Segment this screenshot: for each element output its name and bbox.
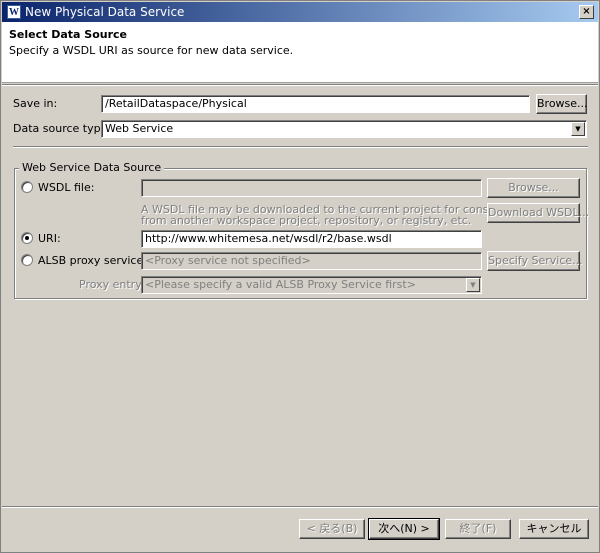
banner-separator: [2, 84, 598, 86]
dialog-window: W New Physical Data Service × Select Dat…: [0, 0, 600, 553]
save-in-label: Save in:: [13, 97, 58, 110]
data-source-type-value: Web Service: [105, 122, 174, 135]
wsdl-help-text-line-2: from another workspace project, reposito…: [141, 214, 472, 227]
proxy-entry-placeholder: <Please specify a valid ALSB Proxy Servi…: [145, 278, 416, 291]
title-bar: W New Physical Data Service ×: [2, 2, 598, 22]
chevron-down-icon[interactable]: ▼: [466, 278, 480, 292]
wsdl-file-field[interactable]: [141, 179, 482, 197]
save-in-browse-button[interactable]: Browse...: [536, 94, 588, 114]
uri-input[interactable]: http://www.whitemesa.net/wsdl/r2/base.ws…: [141, 230, 482, 248]
form-separator: [13, 146, 588, 148]
cancel-button[interactable]: キャンセル: [519, 519, 589, 539]
radio-selected-dot: [25, 236, 29, 240]
next-button[interactable]: 次へ(N) >: [368, 518, 440, 540]
uri-label: URI:: [38, 232, 61, 245]
alsb-proxy-radio[interactable]: [21, 254, 33, 266]
header-banner: Select Data Source Specify a WSDL URI as…: [2, 22, 598, 83]
alsb-proxy-label: ALSB proxy service:: [38, 254, 147, 267]
wsdl-file-label: WSDL file:: [38, 181, 95, 194]
uri-radio[interactable]: [21, 232, 33, 244]
back-button[interactable]: < 戻る(B): [299, 519, 365, 539]
specify-service-button[interactable]: Specify Service...: [487, 251, 583, 271]
wsdl-browse-button[interactable]: Browse...: [487, 178, 580, 198]
close-button[interactable]: ×: [579, 5, 594, 19]
window-title: New Physical Data Service: [25, 5, 185, 19]
page-description: Specify a WSDL URI as source for new dat…: [9, 44, 294, 57]
alsb-proxy-field[interactable]: <Proxy service not specified>: [141, 252, 482, 270]
download-wsdl-button[interactable]: Download WSDL...: [487, 203, 589, 223]
page-heading: Select Data Source: [9, 28, 128, 41]
proxy-entry-select[interactable]: <Please specify a valid ALSB Proxy Servi…: [141, 276, 482, 294]
wsdl-file-radio[interactable]: [21, 181, 33, 193]
data-source-type-select[interactable]: Web Service ▼: [101, 120, 587, 138]
weblogic-app-icon: W: [7, 5, 21, 19]
save-in-field[interactable]: /RetailDataspace/Physical: [101, 95, 530, 113]
finish-button[interactable]: 終了(F): [445, 519, 511, 539]
data-source-type-label: Data source type:: [13, 122, 112, 135]
proxy-entry-label: Proxy entry:: [79, 278, 145, 291]
chevron-down-icon[interactable]: ▼: [571, 122, 585, 136]
footer-separator: [2, 506, 598, 508]
group-title: Web Service Data Source: [19, 161, 165, 174]
